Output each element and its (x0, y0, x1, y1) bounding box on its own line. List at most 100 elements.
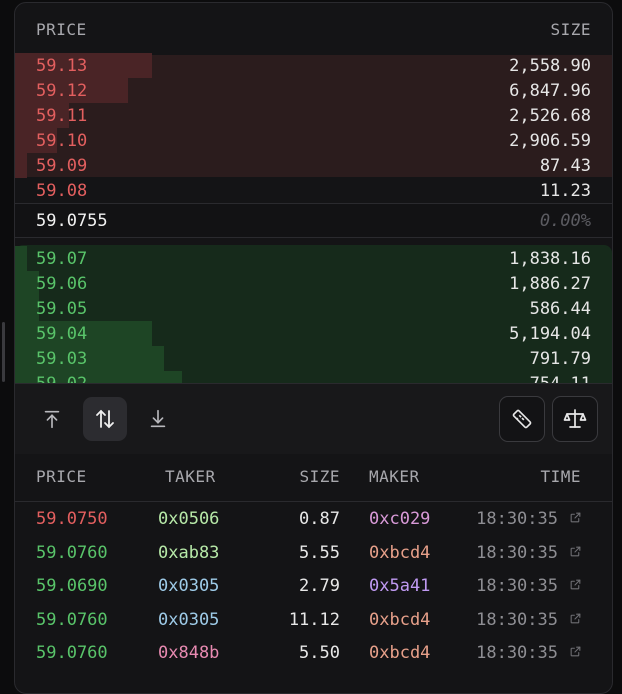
ask-size: 87.43 (539, 155, 591, 176)
ask-size: 6,847.96 (509, 80, 591, 101)
trade-time: 18:30:35 (476, 609, 558, 630)
bid-size: 1,886.27 (509, 273, 591, 294)
trade-taker[interactable]: 0x0305 (158, 570, 219, 604)
orderbook-header: PRICE SIZE (15, 3, 612, 55)
trade-size: 2.79 (299, 576, 340, 596)
trade-row[interactable]: 59.0750 0x0506 0.87 0xc029 18:30:35 (15, 503, 612, 537)
scale-balance-icon (563, 409, 587, 428)
trades-taker-header: TAKER (165, 467, 216, 486)
ruler-icon (512, 409, 532, 429)
bid-row[interactable]: 59.02 754.11 (15, 371, 612, 383)
bid-price: 59.05 (36, 298, 88, 319)
bids-list: 59.07 1,838.16 59.06 1,886.27 59.05 586.44 59.… (15, 246, 612, 383)
trade-taker[interactable]: 0x0506 (158, 503, 219, 537)
bid-row[interactable]: 59.03 791.79 (15, 346, 612, 371)
external-link-icon[interactable] (569, 537, 582, 571)
trade-taker[interactable]: 0xab83 (158, 537, 219, 571)
scrollbar[interactable] (2, 322, 5, 382)
ask-row[interactable]: 59.12 6,847.96 (15, 78, 612, 103)
trade-maker[interactable]: 0xc029 (369, 503, 430, 537)
bid-size: 586.44 (529, 298, 591, 319)
trades-price-header: PRICE (36, 467, 87, 486)
orderbook-panel: PRICE SIZE 59.13 2,558.90 59.12 6,847.96 59.… (14, 2, 613, 694)
bid-row[interactable]: 59.07 1,838.16 (15, 246, 612, 271)
ask-row[interactable]: 59.08 11.23 (15, 178, 612, 203)
trades-header: PRICE TAKER SIZE MAKER TIME (15, 453, 612, 502)
bid-size: 1,838.16 (509, 248, 591, 269)
ask-price: 59.10 (36, 130, 88, 151)
trade-row[interactable]: 59.0690 0x0305 2.79 0x5a41 18:30:35 (15, 570, 612, 604)
bid-size: 754.11 (530, 374, 591, 384)
ask-row[interactable]: 59.11 2,526.68 (15, 103, 612, 128)
ask-size: 2,526.68 (509, 105, 591, 126)
trade-size: 5.50 (299, 643, 340, 663)
bid-price: 59.03 (36, 348, 88, 369)
scroll-top-button[interactable] (30, 397, 74, 441)
trades-maker-header: MAKER (369, 467, 420, 486)
trade-row[interactable]: 59.0760 0x848b 5.50 0xbcd4 18:30:35 (15, 637, 612, 671)
bid-size: 5,194.04 (509, 323, 591, 344)
trade-price: 59.0760 (36, 542, 108, 563)
bid-size: 791.79 (529, 348, 591, 369)
trade-maker[interactable]: 0xbcd4 (369, 637, 430, 671)
trade-time: 18:30:35 (476, 542, 558, 563)
trade-price: 59.0760 (36, 643, 108, 663)
depth-bar (15, 246, 27, 271)
trade-price: 59.0690 (36, 576, 108, 596)
trades-list: 59.0750 0x0506 0.87 0xc029 18:30:35 59.0760 0x… (15, 503, 612, 671)
external-link-icon[interactable] (569, 637, 582, 671)
ask-price: 59.08 (36, 180, 88, 201)
scroll-bottom-button[interactable] (136, 397, 180, 441)
bid-row[interactable]: 59.05 586.44 (15, 296, 612, 321)
asks-list: 59.13 2,558.90 59.12 6,847.96 59.11 2,526.68 5… (15, 53, 612, 203)
trade-time: 18:30:35 (476, 576, 558, 596)
external-link-icon[interactable] (569, 604, 582, 638)
trade-size: 11.12 (288, 609, 340, 630)
trade-row[interactable]: 59.0760 0xab83 5.55 0xbcd4 18:30:35 (15, 537, 612, 571)
arrow-down-to-line-icon (150, 409, 166, 428)
price-column-header: PRICE (36, 19, 87, 39)
external-link-icon[interactable] (569, 570, 582, 604)
trades-time-header: TIME (540, 467, 581, 486)
trade-size: 0.87 (299, 509, 340, 529)
trade-maker[interactable]: 0x5a41 (369, 570, 430, 604)
trade-size: 5.55 (299, 542, 340, 563)
mid-price: 59.0755 (36, 210, 108, 231)
ruler-button[interactable] (499, 396, 545, 442)
bid-price: 59.02 (36, 374, 87, 384)
ask-size: 2,558.90 (509, 55, 591, 76)
trade-maker[interactable]: 0xbcd4 (369, 537, 430, 571)
ask-row[interactable]: 59.10 2,906.59 (15, 128, 612, 153)
size-column-header: SIZE (550, 19, 591, 39)
ask-size: 2,906.59 (509, 130, 591, 151)
ask-row[interactable]: 59.13 2,558.90 (15, 53, 612, 78)
balance-button[interactable] (552, 396, 598, 442)
trade-taker[interactable]: 0x0305 (158, 604, 219, 638)
trade-price: 59.0760 (36, 609, 108, 630)
depth-bar (15, 153, 27, 178)
bid-price: 59.07 (36, 248, 88, 269)
trade-maker[interactable]: 0xbcd4 (369, 604, 430, 638)
bid-price: 59.06 (36, 273, 88, 294)
trades-size-header: SIZE (299, 467, 340, 486)
ask-price: 59.13 (36, 55, 88, 76)
bid-row[interactable]: 59.06 1,886.27 (15, 271, 612, 296)
trade-time: 18:30:35 (476, 643, 558, 663)
trade-price: 59.0750 (36, 509, 108, 529)
ask-price: 59.09 (36, 155, 88, 176)
ask-row[interactable]: 59.09 87.43 (15, 153, 612, 178)
both-sides-button[interactable] (83, 397, 127, 441)
ask-price: 59.11 (36, 105, 88, 126)
mid-price-row: 59.0755 0.00% (15, 203, 612, 238)
spread-percent: 0.00% (539, 210, 591, 231)
ask-size: 11.23 (539, 180, 591, 201)
bid-price: 59.04 (36, 323, 88, 344)
external-link-icon[interactable] (569, 503, 582, 537)
trade-taker[interactable]: 0x848b (158, 637, 219, 671)
ask-price: 59.12 (36, 80, 88, 101)
arrow-up-to-line-icon (44, 410, 60, 429)
trade-row[interactable]: 59.0760 0x0305 11.12 0xbcd4 18:30:35 (15, 604, 612, 638)
trade-time: 18:30:35 (476, 509, 558, 529)
bid-row[interactable]: 59.04 5,194.04 (15, 321, 612, 346)
orderbook-toolbar (15, 383, 612, 454)
